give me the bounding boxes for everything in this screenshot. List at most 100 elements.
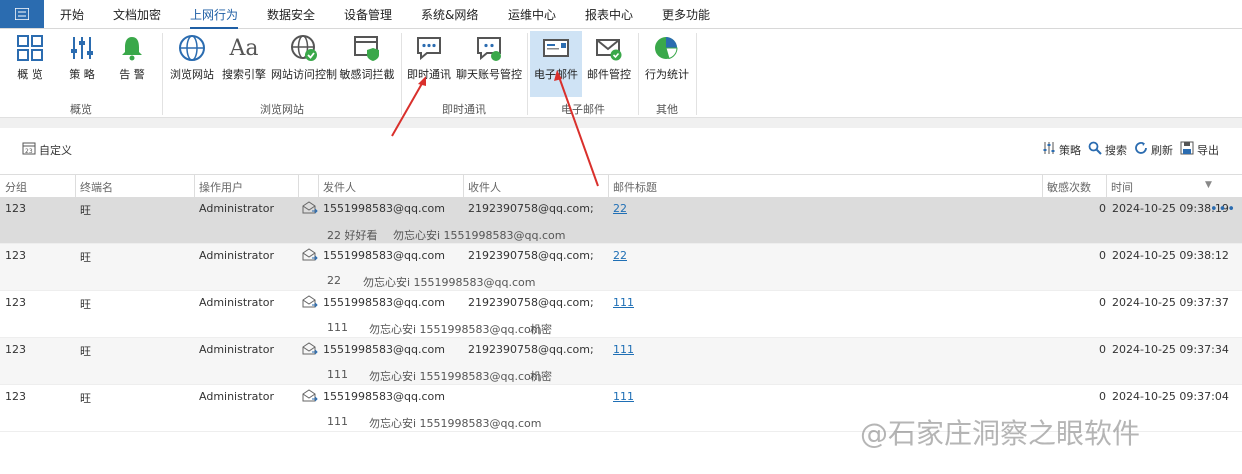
mail-sent-icon (302, 295, 318, 312)
search-engine-button[interactable]: Aa 搜索引擎 (222, 31, 266, 91)
refresh-label: 刷新 (1151, 143, 1173, 157)
mail-sent-icon (302, 342, 318, 359)
custom-range-button[interactable]: 23 自定义 (22, 141, 72, 158)
cell-time: 2024-10-25 09:38:12 (1112, 249, 1229, 262)
overview-button[interactable]: 概 览 (12, 31, 48, 91)
policy-label: 策略 (1059, 143, 1081, 157)
cell-sensitive-count: 0 (1099, 202, 1106, 215)
menu-more-features[interactable]: 更多功能 (662, 6, 710, 23)
web-access-control-label: 网站访问控制 (271, 68, 337, 81)
mail-control-button[interactable]: 邮件管控 (586, 31, 632, 91)
chat-account-icon (474, 33, 504, 63)
cell-time: 2024-10-25 09:37:04 (1112, 390, 1229, 403)
pie-chart-icon (652, 33, 682, 63)
group-label-overview: 概览 (70, 103, 92, 116)
preview-tag: 机密 (530, 323, 552, 336)
chat-bubble-icon (414, 33, 444, 63)
cell-group: 123 (5, 390, 26, 403)
email-button[interactable]: 电子邮件 (530, 31, 582, 97)
menu-report-center[interactable]: 报表中心 (585, 6, 633, 23)
menu-home[interactable]: 开始 (60, 6, 84, 23)
mail-control-label: 邮件管控 (587, 68, 631, 81)
cell-time: 2024-10-25 09:37:34 (1112, 343, 1229, 356)
more-options-icon[interactable]: ••• (1210, 202, 1236, 217)
menu-system-network[interactable]: 系统&网络 (421, 6, 478, 23)
menu-data-security[interactable]: 数据安全 (267, 6, 315, 23)
sort-descending-icon[interactable]: ▼ (1205, 180, 1212, 190)
cell-group: 123 (5, 343, 26, 356)
cell-sender: 1551998583@qq.com (323, 249, 445, 262)
cell-subject-link[interactable]: 111 (613, 296, 634, 309)
menu-web-behavior[interactable]: 上网行为 (190, 6, 239, 29)
email-label: 电子邮件 (534, 68, 578, 81)
sliders-icon (67, 33, 97, 63)
search-button[interactable]: 搜索 (1088, 141, 1127, 158)
export-button[interactable]: 导出 (1180, 141, 1219, 158)
sliders-icon (1042, 141, 1056, 158)
preview-tag: 机密 (530, 370, 552, 383)
chat-account-control-button[interactable]: 聊天账号管控 (456, 31, 522, 91)
behavior-stats-button[interactable]: 行为统计 (645, 31, 689, 91)
cell-terminal: 旺 (80, 204, 91, 217)
cell-user: Administrator (199, 296, 274, 309)
mail-sent-icon (302, 201, 318, 218)
group-label-browse-web: 浏览网站 (260, 103, 304, 116)
column-divider[interactable] (608, 175, 609, 197)
column-divider[interactable] (298, 175, 299, 197)
custom-range-label: 自定义 (39, 143, 72, 157)
group-label-instant-messaging: 即时通讯 (442, 103, 486, 116)
cell-sensitive-count: 0 (1099, 390, 1106, 403)
preview-body: 111 (327, 368, 348, 381)
table-row[interactable]: 123 旺 Administrator 1551998583@qq.com 21… (0, 197, 1242, 244)
column-header-user[interactable]: 操作用户 (199, 179, 243, 195)
sensitive-word-block-button[interactable]: 敏感词拦截 (340, 31, 395, 91)
svg-text:23: 23 (25, 148, 33, 155)
column-header-time[interactable]: 时间 (1111, 179, 1133, 195)
column-header-subject[interactable]: 邮件标题 (613, 179, 657, 195)
calendar-icon: 23 (22, 141, 36, 158)
column-header-terminal[interactable]: 终端名 (80, 179, 113, 195)
refresh-button[interactable]: 刷新 (1134, 141, 1173, 158)
cell-subject-link[interactable]: 111 (613, 343, 634, 356)
column-divider[interactable] (194, 175, 195, 197)
preview-body: 111 (327, 415, 348, 428)
column-header-group[interactable]: 分组 (5, 179, 27, 195)
cell-subject-link[interactable]: 22 (613, 249, 627, 262)
column-divider[interactable] (1042, 175, 1043, 197)
cell-subject-link[interactable]: 22 (613, 202, 627, 215)
column-divider[interactable] (463, 175, 464, 197)
menu-ops-center[interactable]: 运维中心 (508, 6, 556, 23)
column-divider[interactable] (75, 175, 76, 197)
table-row[interactable]: 123 旺 Administrator 1551998583@qq.com 21… (0, 244, 1242, 291)
export-label: 导出 (1197, 143, 1219, 157)
column-divider[interactable] (318, 175, 319, 197)
browse-web-button[interactable]: 浏览网站 (170, 31, 214, 91)
column-header-recipient[interactable]: 收件人 (468, 179, 501, 195)
menu-doc-encrypt[interactable]: 文档加密 (113, 6, 161, 23)
cell-recipient: 2192390758@qq.com; (468, 296, 594, 309)
content-toolbar: 23 自定义 策略 搜索 刷新 导出 (0, 128, 1242, 172)
cell-subject-link[interactable]: 111 (613, 390, 634, 403)
preview-sender: 勿忘心安i 1551998583@qq.com (369, 417, 542, 430)
alert-button[interactable]: 告 警 (114, 31, 150, 91)
preview-body: 22 好好看 (327, 229, 378, 242)
cell-user: Administrator (199, 390, 274, 403)
menu-device-management[interactable]: 设备管理 (344, 6, 392, 23)
preview-sender: 勿忘心安i 1551998583@qq.com (369, 323, 542, 336)
table-row[interactable]: 123 旺 Administrator 1551998583@qq.com 21… (0, 338, 1242, 385)
cell-recipient: 2192390758@qq.com; (468, 343, 594, 356)
mail-sent-icon (302, 248, 318, 265)
web-access-control-button[interactable]: 网站访问控制 (271, 31, 337, 91)
column-header-sensitive-count[interactable]: 敏感次数 (1047, 179, 1091, 195)
instant-messaging-button[interactable]: 即时通讯 (406, 31, 452, 91)
table-row[interactable]: 123 旺 Administrator 1551998583@qq.com 21… (0, 291, 1242, 338)
cell-sensitive-count: 0 (1099, 343, 1106, 356)
column-divider[interactable] (1106, 175, 1107, 197)
cell-group: 123 (5, 202, 26, 215)
policy-ribbon-button[interactable]: 策 略 (64, 31, 100, 91)
group-divider (162, 33, 163, 115)
app-menu-button[interactable] (0, 0, 44, 28)
column-header-sender[interactable]: 发件人 (323, 179, 356, 195)
cell-user: Administrator (199, 343, 274, 356)
policy-button[interactable]: 策略 (1042, 141, 1081, 158)
